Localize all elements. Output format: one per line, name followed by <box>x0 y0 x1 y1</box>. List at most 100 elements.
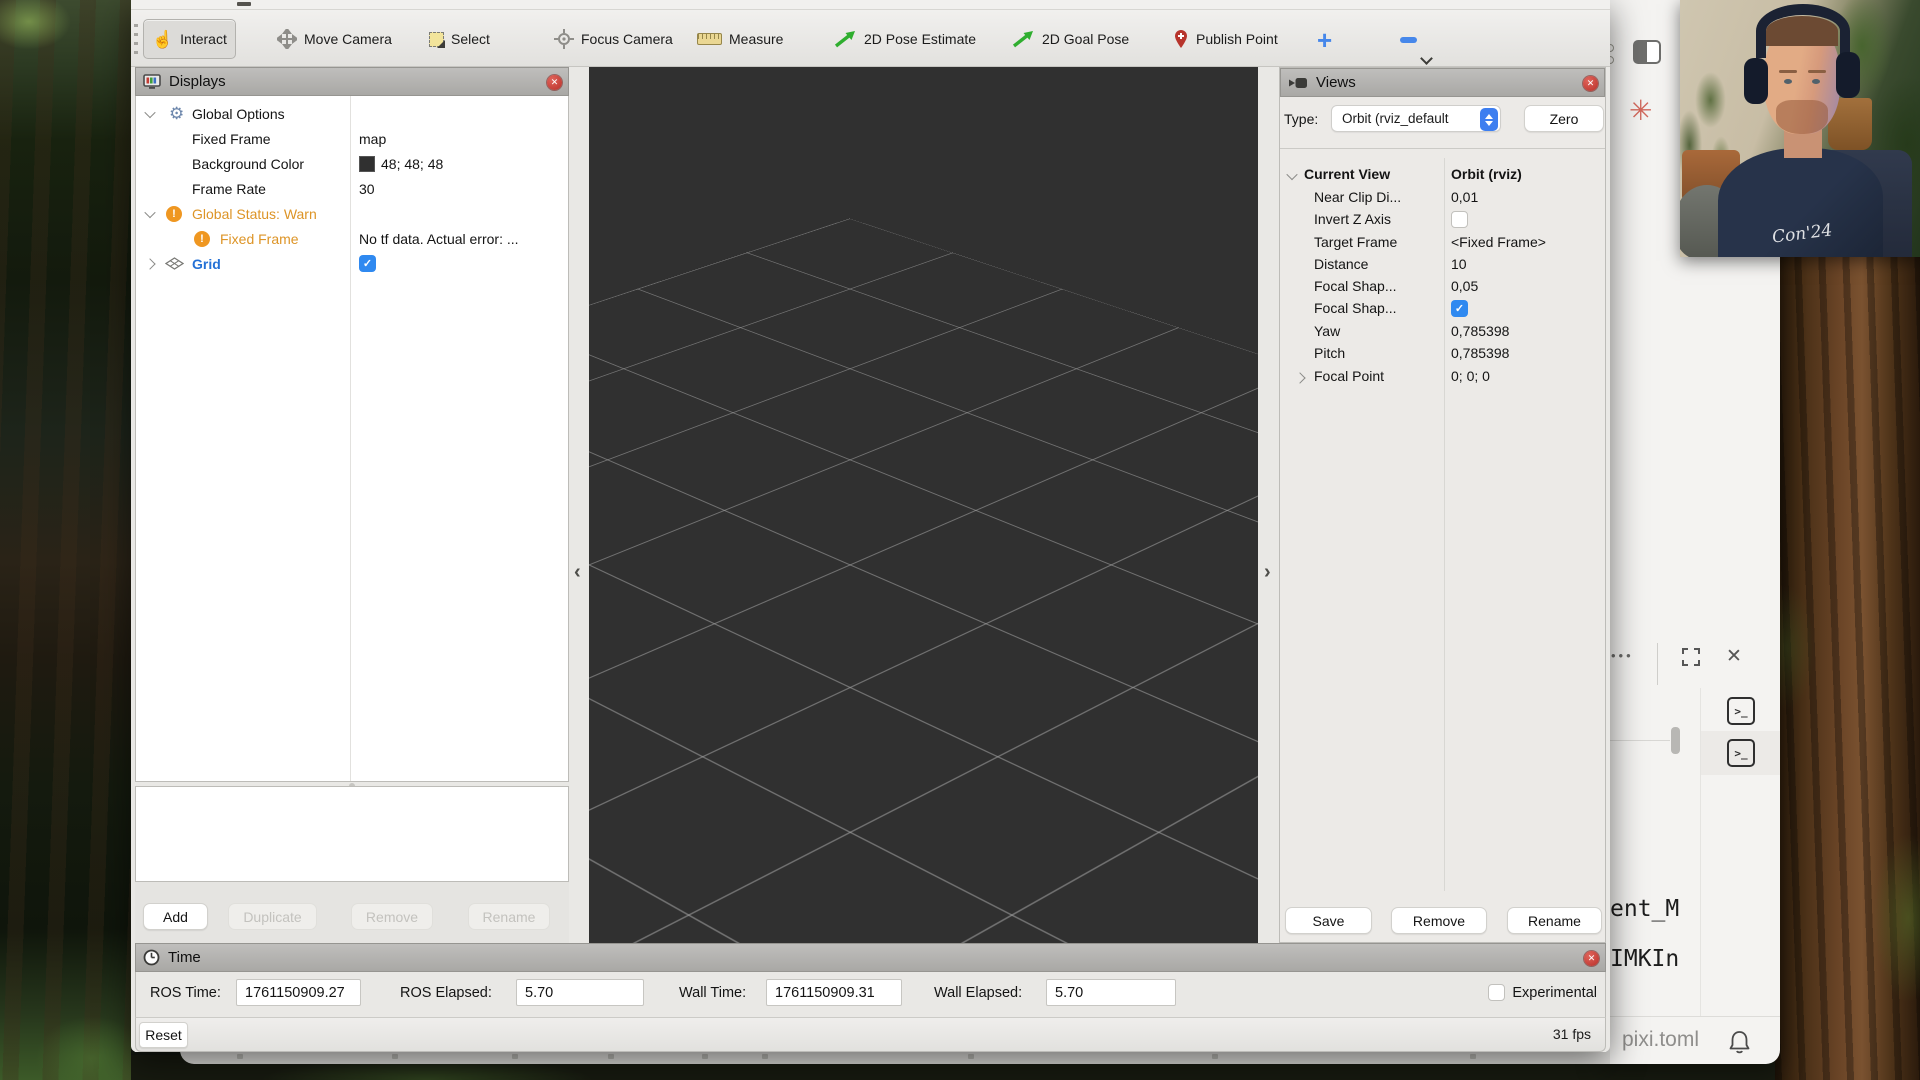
row-label: Near Clip Di... <box>1314 189 1401 205</box>
scrollbar-thumb[interactable] <box>1671 727 1680 754</box>
views-panel: Views ✕ Type: Orbit (rviz_default Zero C… <box>1279 67 1606 943</box>
view-row-yaw[interactable]: Yaw 0,785398 <box>1280 323 1605 345</box>
view-row-focal-point[interactable]: Focal Point 0; 0; 0 <box>1280 368 1605 390</box>
displays-panel-header[interactable]: Displays ✕ <box>135 67 569 96</box>
bell-icon[interactable] <box>1727 1029 1752 1056</box>
save-view-button[interactable]: Save <box>1285 907 1372 934</box>
tree-row-global-options[interactable]: ⚙ Global Options <box>136 101 568 126</box>
view-row-focal-shape-size[interactable]: Focal Shap... 0,05 <box>1280 278 1605 300</box>
row-label: Focal Shap... <box>1314 278 1397 294</box>
clipped-titlebar-glyph <box>237 2 251 6</box>
add-tool-button[interactable]: + <box>1317 27 1332 53</box>
row-value[interactable]: <Fixed Frame> <box>1451 234 1546 250</box>
tool-focus-camera[interactable]: Focus Camera <box>546 19 681 59</box>
ruler-icon <box>697 33 722 45</box>
tool-measure[interactable]: Measure <box>689 19 791 59</box>
displays-close-button[interactable]: ✕ <box>547 75 562 90</box>
ros-time-input[interactable]: 1761150909.27 <box>236 979 361 1006</box>
collapse-right-chevron[interactable]: › <box>1264 561 1271 584</box>
sidebar-toggle-icon[interactable] <box>1633 40 1661 64</box>
chevron-down-icon[interactable] <box>144 106 155 117</box>
row-value[interactable]: map <box>359 131 386 147</box>
row-value[interactable]: 0,05 <box>1451 278 1478 294</box>
headphones-earcup <box>1836 52 1860 98</box>
grid-enabled-checkbox[interactable]: ✓ <box>359 255 376 272</box>
view-row-invert-z[interactable]: Invert Z Axis <box>1280 211 1605 233</box>
tree-row-global-status[interactable]: ! Global Status: Warn <box>136 201 568 226</box>
chevron-down-icon[interactable] <box>144 206 155 217</box>
view-row-focal-shape-fixed[interactable]: Focal Shap... ✓ <box>1280 300 1605 322</box>
row-label: Background Color <box>192 156 304 172</box>
toolbar-grip-handle[interactable] <box>134 24 138 56</box>
tool-2d-pose-estimate[interactable]: 2D Pose Estimate <box>825 19 984 59</box>
tool-publish-point[interactable]: Publish Point <box>1165 19 1286 59</box>
row-label: Grid <box>192 256 221 272</box>
time-close-button[interactable]: ✕ <box>1584 951 1599 966</box>
view-type-combobox[interactable]: Orbit (rviz_default <box>1331 105 1501 132</box>
tree-row-fixed-frame-status[interactable]: ! Fixed Frame No tf data. Actual error: … <box>136 226 568 251</box>
focal-shape-checkbox[interactable]: ✓ <box>1451 300 1468 317</box>
row-value[interactable]: 0,785398 <box>1451 345 1509 361</box>
row-value[interactable]: 48; 48; 48 <box>381 156 443 172</box>
duplicate-display-button[interactable]: Duplicate <box>228 903 317 930</box>
row-value[interactable]: 0,785398 <box>1451 323 1509 339</box>
chevron-down-icon[interactable] <box>1286 169 1297 180</box>
experimental-toggle[interactable]: Experimental <box>1488 984 1597 1001</box>
displays-tree: ⚙ Global Options Fixed Frame map Backgro… <box>135 96 569 782</box>
ros-elapsed-input[interactable]: 5.70 <box>516 979 644 1006</box>
row-value[interactable]: 30 <box>359 181 375 197</box>
reset-button[interactable]: Reset <box>139 1022 188 1048</box>
row-label: Current View <box>1304 166 1390 182</box>
tree-row-background-color[interactable]: Background Color 48; 48; 48 <box>136 151 568 176</box>
view-row-pitch[interactable]: Pitch 0,785398 <box>1280 345 1605 367</box>
view-row-distance[interactable]: Distance 10 <box>1280 256 1605 278</box>
view-row-current-view[interactable]: Current View Orbit (rviz) <box>1280 166 1605 188</box>
tool-interact[interactable]: ☝ Interact <box>143 19 236 59</box>
row-value[interactable]: 0; 0; 0 <box>1451 368 1490 384</box>
color-swatch[interactable] <box>359 156 375 172</box>
wall-elapsed-input[interactable]: 5.70 <box>1046 979 1176 1006</box>
chevron-right-icon[interactable] <box>1294 372 1305 383</box>
tool-select[interactable]: Select <box>421 19 498 59</box>
remove-view-button[interactable]: Remove <box>1391 907 1487 934</box>
view-row-near-clip[interactable]: Near Clip Di... 0,01 <box>1280 189 1605 211</box>
collapse-left-chevron[interactable]: ‹ <box>574 561 581 584</box>
zero-button[interactable]: Zero <box>1524 105 1604 132</box>
row-value[interactable]: 10 <box>1451 256 1467 272</box>
displays-lower-pane <box>135 786 569 882</box>
close-icon[interactable]: ✕ <box>1726 645 1742 668</box>
add-display-button[interactable]: Add <box>143 903 208 930</box>
right-splitter[interactable]: › <box>1258 67 1278 943</box>
tree-row-grid[interactable]: Grid ✓ <box>136 251 568 276</box>
tool-label: Interact <box>180 31 227 47</box>
toolbar-overflow-chevron-icon[interactable] <box>1420 52 1433 65</box>
view-row-target-frame[interactable]: Target Frame <Fixed Frame> <box>1280 234 1605 256</box>
tool-2d-goal-pose[interactable]: 2D Goal Pose <box>1003 19 1137 59</box>
crosshair-icon <box>554 29 574 49</box>
3d-viewport[interactable] <box>589 67 1258 943</box>
chevron-right-icon[interactable] <box>144 258 155 269</box>
invert-z-checkbox[interactable] <box>1451 211 1468 228</box>
rename-display-button[interactable]: Rename <box>468 903 550 930</box>
terminal-icon[interactable]: >_ <box>1727 697 1755 725</box>
left-splitter[interactable]: ‹ <box>569 67 589 943</box>
starburst-icon[interactable]: ✳ <box>1629 94 1652 127</box>
time-panel: Time ✕ ROS Time: 1761150909.27 ROS Elaps… <box>135 943 1606 1052</box>
tree-row-frame-rate[interactable]: Frame Rate 30 <box>136 176 568 201</box>
tool-move-camera[interactable]: Move Camera <box>269 19 400 59</box>
views-panel-header[interactable]: Views ✕ <box>1280 68 1605 97</box>
views-close-button[interactable]: ✕ <box>1583 76 1598 91</box>
rename-view-button[interactable]: Rename <box>1507 907 1602 934</box>
remove-display-button[interactable]: Remove <box>351 903 433 930</box>
more-options-icon[interactable]: ••• <box>1611 648 1634 663</box>
fullscreen-icon[interactable] <box>1679 645 1703 669</box>
terminal-icon[interactable]: >_ <box>1727 739 1755 767</box>
statusbar-filename[interactable]: pixi.toml <box>1622 1028 1699 1052</box>
experimental-checkbox[interactable] <box>1488 984 1505 1001</box>
remove-tool-button[interactable] <box>1400 37 1417 43</box>
wall-time-input[interactable]: 1761150909.31 <box>766 979 902 1006</box>
time-panel-header[interactable]: Time ✕ <box>135 943 1606 972</box>
combobox-stepper-icon[interactable] <box>1480 108 1498 131</box>
row-value[interactable]: 0,01 <box>1451 189 1478 205</box>
tree-row-fixed-frame[interactable]: Fixed Frame map <box>136 126 568 151</box>
